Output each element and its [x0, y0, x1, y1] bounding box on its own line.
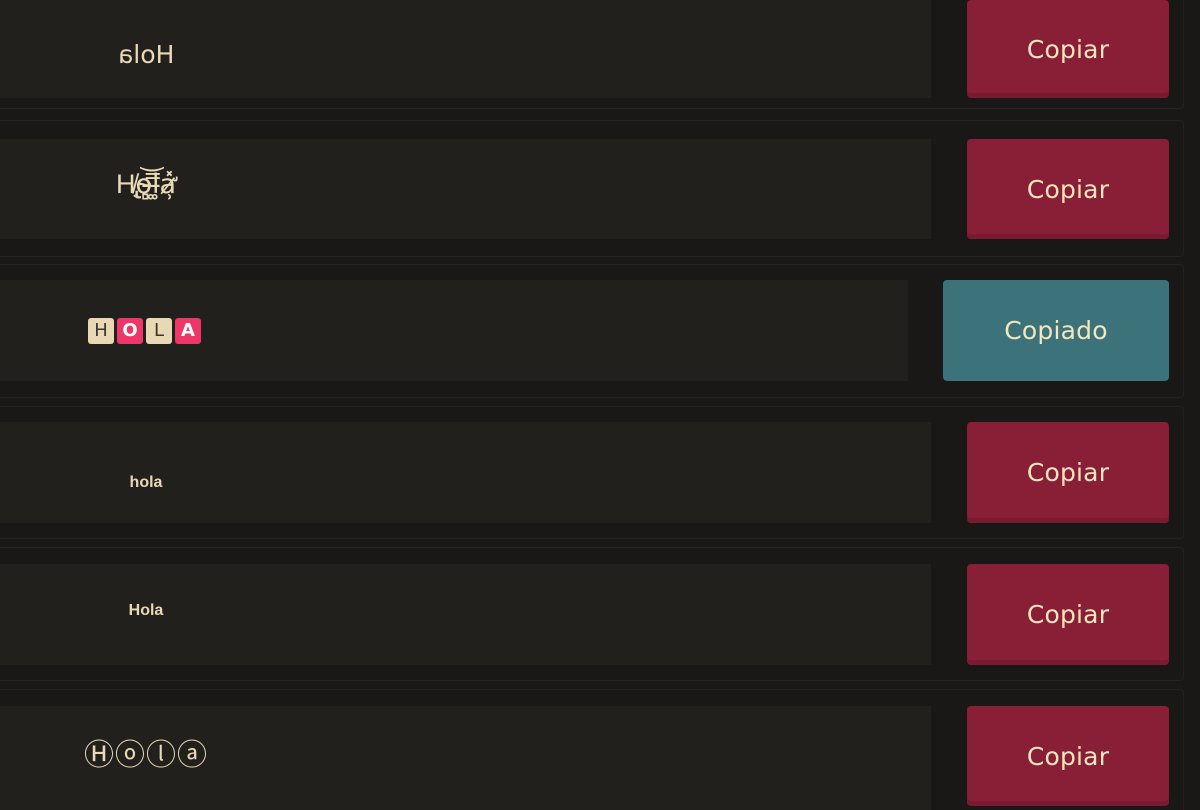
small-bold-preview: hola — [129, 474, 163, 491]
copied-button[interactable]: Copiado — [943, 280, 1169, 381]
style-row: Hola Copiar — [0, 547, 1184, 681]
preview-box: Hola — [0, 564, 931, 665]
letter-tile: L — [146, 317, 172, 344]
style-row: hola Copiar — [0, 406, 1184, 539]
letter-tile: O — [117, 317, 143, 344]
preview-text: HOLA — [1, 316, 291, 346]
letter-tile: H — [88, 317, 114, 344]
preview-box: H̸̢͔o̴̻͝l̶͚̿a̷̛̹̽ — [0, 139, 931, 239]
preview-text: Hola — [1, 35, 291, 75]
style-row: Ⓗⓞⓛⓐ Copiar — [0, 689, 1184, 810]
copy-button[interactable]: Copiar — [967, 564, 1169, 665]
style-row: H̸̢͔o̴̻͝l̶͚̿a̷̛̹̽ Copiar — [0, 120, 1184, 257]
circled-preview: Ⓗⓞⓛⓐ — [84, 738, 208, 773]
small-bold-preview: Hola — [128, 602, 164, 619]
style-row: HOLA Copiado — [0, 264, 1184, 398]
preview-box: Ⓗⓞⓛⓐ — [0, 706, 931, 810]
font-style-list: Hola Copiar H̸̢͔o̴̻͝l̶͚̿a̷̛̹̽ Copiar HOL… — [0, 0, 1200, 810]
preview-text: Hola — [1, 600, 291, 622]
preview-text: H̸̢͔o̴̻͝l̶͚̿a̷̛̹̽ — [1, 169, 291, 209]
mirrored-preview: Hola — [117, 40, 175, 69]
style-row: Hola Copiar — [0, 0, 1184, 109]
copy-button[interactable]: Copiar — [967, 422, 1169, 523]
preview-text: Ⓗⓞⓛⓐ — [1, 736, 291, 776]
preview-text: hola — [1, 472, 291, 494]
preview-box: hola — [0, 422, 931, 523]
copy-button[interactable]: Copiar — [967, 706, 1169, 806]
letter-tile: A — [175, 317, 201, 344]
preview-box: Hola — [0, 0, 931, 98]
zalgo-preview: H̸̢͔o̴̻͝l̶͚̿a̷̛̹̽ — [115, 169, 177, 200]
preview-box: HOLA — [0, 280, 908, 381]
copy-button[interactable]: Copiar — [967, 0, 1169, 98]
copy-button[interactable]: Copiar — [967, 139, 1169, 239]
